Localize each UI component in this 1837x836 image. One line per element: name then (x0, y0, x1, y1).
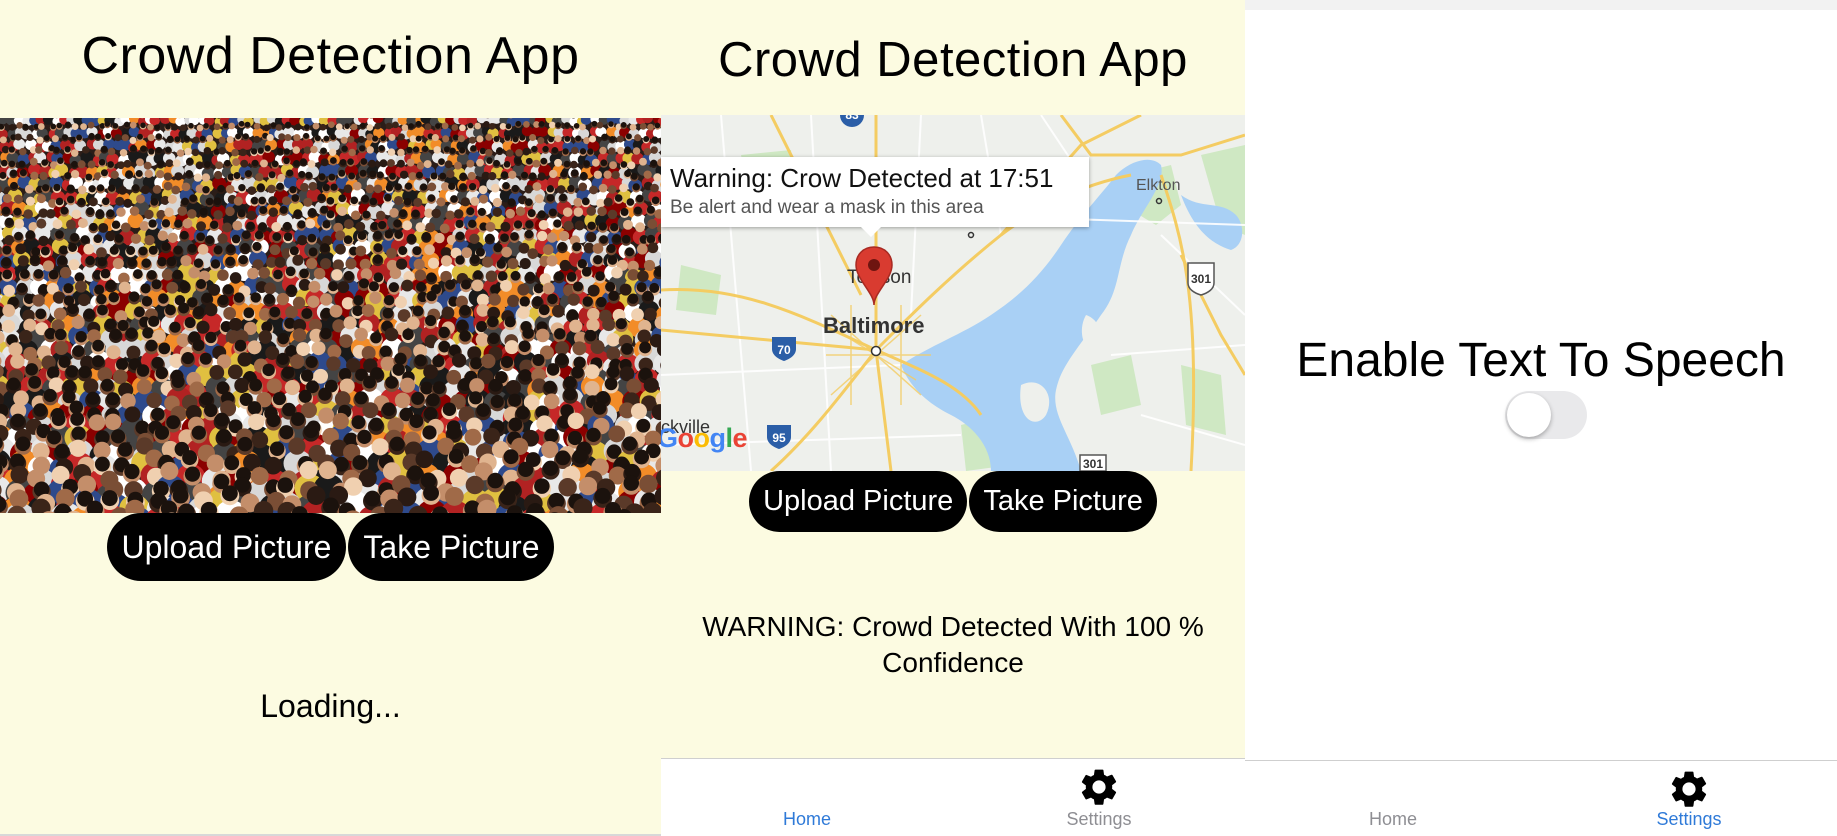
gear-icon (1081, 769, 1117, 805)
tab-bar: Home Settings (1245, 760, 1837, 836)
crowd-warning-text: WARNING: Crowd Detected With 100 % Confi… (702, 611, 1204, 678)
callout-title: Warning: Crow Detected at 17:51 (670, 163, 1054, 193)
crowd-photo-image (0, 118, 661, 513)
gear-icon (1671, 771, 1707, 807)
google-logo: Google (661, 423, 748, 453)
text-to-speech-label: Enable Text To Speech (1296, 334, 1786, 387)
shield-83: 83 (845, 115, 859, 122)
action-buttons: Upload Picture Take Picture (661, 471, 1245, 532)
app-title: Crowd Detection App (718, 33, 1188, 87)
tab-settings-label: Settings (1066, 809, 1132, 829)
upload-picture-button[interactable]: Upload Picture (749, 471, 968, 532)
map-callout[interactable]: Warning: Crow Detected at 17:51 Be alert… (661, 157, 1089, 237)
map-pin-icon[interactable] (854, 245, 894, 307)
tab-settings[interactable]: Settings (953, 759, 1245, 836)
status-strip (1245, 0, 1837, 10)
app-title: Crowd Detection App (81, 27, 580, 85)
upload-picture-button[interactable]: Upload Picture (106, 513, 347, 581)
action-buttons: Upload Picture Take Picture (0, 513, 661, 581)
svg-text:301: 301 (1083, 457, 1103, 471)
svg-text:Baltimore: Baltimore (823, 313, 924, 338)
tab-home[interactable]: Home (1245, 761, 1541, 836)
svg-text:70: 70 (777, 343, 791, 357)
tab-settings[interactable]: Settings (1541, 761, 1837, 836)
callout-subtitle: Be alert and wear a mask in this area (670, 197, 984, 218)
tab-home-label: Home (782, 809, 831, 829)
home-screen-loading: Crowd Detection App Upload Picture Take … (0, 0, 661, 836)
take-picture-button[interactable]: Take Picture (348, 513, 555, 581)
crowd-photo (0, 118, 661, 513)
take-picture-button[interactable]: Take Picture (969, 471, 1157, 532)
tab-home[interactable]: Home (661, 759, 953, 836)
svg-text:301: 301 (1191, 272, 1211, 286)
svg-text:Elkton: Elkton (1136, 177, 1180, 194)
tab-home-label: Home (1368, 809, 1417, 829)
home-screen-result: Crowd Detection App 83 70 95 301 301 Bal… (661, 0, 1245, 836)
map-view[interactable]: 83 95 70 95 301 301 Towson Baltimore Elk… (661, 115, 1245, 471)
tab-settings-label: Settings (1656, 809, 1722, 829)
settings-screen: Enable Text To Speech Home Settings (1245, 0, 1837, 836)
loading-status: Loading... (260, 688, 401, 724)
svg-text:95: 95 (772, 431, 786, 445)
toggle-knob (1507, 393, 1551, 437)
tab-bar: Home Settings (661, 758, 1245, 836)
text-to-speech-toggle[interactable] (1505, 391, 1587, 439)
